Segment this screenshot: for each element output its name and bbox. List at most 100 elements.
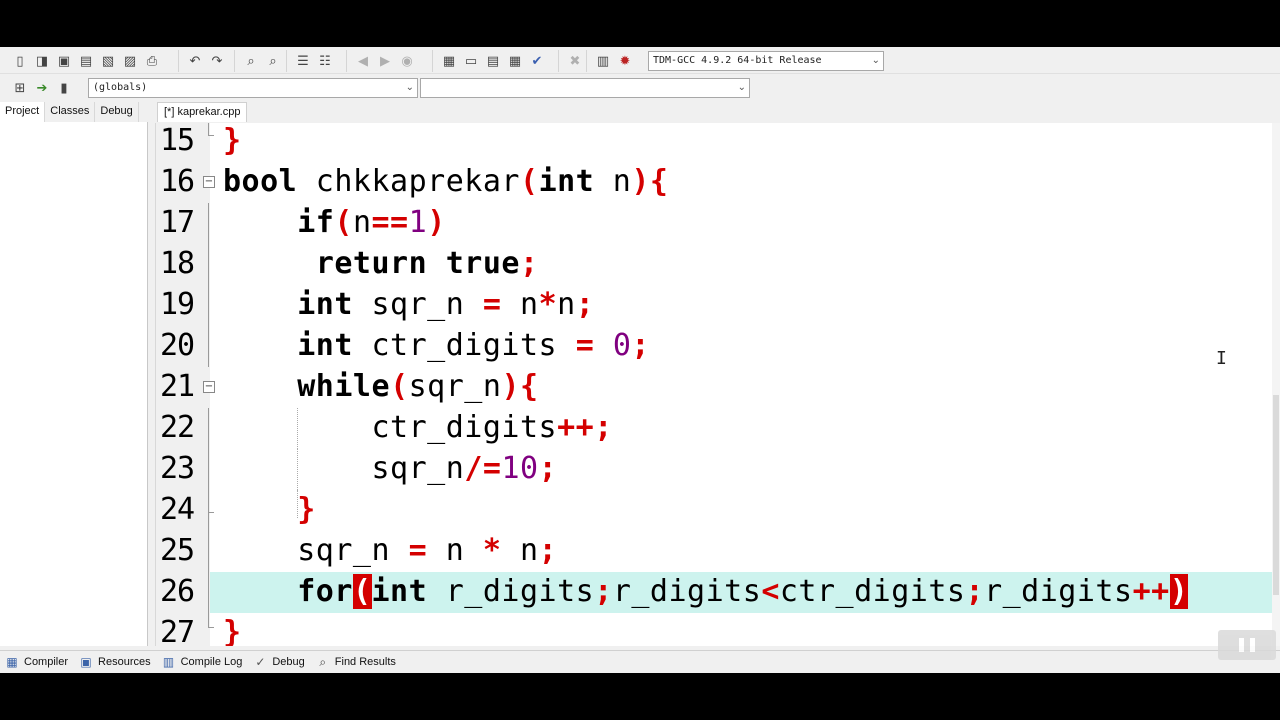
code-line: 24 } [156,490,1273,531]
file-toolbar-group: ▯ ◨ ▣ ▤ ▧ ▨ ⎙ [4,50,164,72]
code-text: } [223,615,242,646]
compiler-grid-icon: ▦ [6,655,18,669]
check-icon: ✓ [255,655,266,669]
save-all-icon[interactable]: ▤ [76,51,96,71]
close-file-icon[interactable]: ▧ [98,51,118,71]
code-line: 20 int ctr_digits = 0; [156,326,1273,367]
tab-debug[interactable]: Debug [95,102,139,122]
pause-bar-icon [1250,638,1255,652]
code-line: 25 sqr_n = n * n; [156,531,1273,572]
tab-compiler[interactable]: ▦ Compiler [4,654,68,670]
fold-collapse-icon[interactable]: − [203,176,215,188]
window-icon[interactable]: ▭ [461,51,481,71]
grid-icon[interactable]: ▦ [505,51,525,71]
chevron-down-icon: ⌄ [405,82,414,93]
code-text: sqr_n/=10; [223,451,558,486]
editor-tabs: [*] kaprekar.cpp [155,102,1280,122]
line-number: 20 [160,328,195,363]
code-text: if(n==1) [297,205,446,240]
code-text: int sqr_n = n*n; [297,287,595,322]
indent-icon[interactable]: ☰ [293,51,313,71]
code-line: 23 sqr_n/=10; [156,449,1273,490]
bookmark-icon[interactable]: ◉ [397,51,417,71]
code-text: } [297,492,316,527]
line-number: 23 [160,451,195,486]
code-line: 17 if(n==1) [156,203,1273,244]
print-icon[interactable]: ⎙ [142,51,162,71]
code-line: 21 − while(sqr_n){ [156,367,1273,408]
indent-toolbar-group: ☰ ☷ [286,50,337,72]
unindent-icon[interactable]: ☷ [315,51,335,71]
new-file-icon[interactable]: ▯ [10,51,30,71]
edit-toolbar-group: ↶ ↷ [178,50,229,72]
ide-window: ▯ ◨ ▣ ▤ ▧ ▨ ⎙ ↶ ↷ ⌕ ⌕ ☰ ☷ ◀ ▶ ◉ ▦ ▭ ▤ ▦ … [0,47,1280,673]
project-tree[interactable] [0,122,148,646]
line-number: 24 [160,492,195,527]
code-text: } [223,123,242,158]
bookmark-toolbar-group: ◀ ▶ ◉ [346,50,419,72]
line-number: 21 [160,369,195,404]
new-project-icon[interactable]: ▦ [439,51,459,71]
code-line: 27 } [156,613,1273,646]
tab-resources[interactable]: ▣ Resources [78,654,150,670]
left-panel-tabs: Project Classes Debug [0,102,148,122]
toggle-icon[interactable]: ▮ [54,78,74,98]
code-editor[interactable]: 15 } 16 − bool chkkaprekar(int n){ 17 if… [155,123,1280,646]
back-icon[interactable]: ◀ [353,51,373,71]
options-icon[interactable]: ▤ [483,51,503,71]
code-text: return true; [315,246,539,281]
save-icon[interactable]: ▣ [54,51,74,71]
tab-find-results[interactable]: ⌕ Find Results [315,654,396,670]
line-number: 17 [160,205,195,240]
code-text: while(sqr_n){ [297,369,539,404]
tab-project[interactable]: Project [0,102,46,122]
scrollbar-thumb[interactable] [1273,395,1279,595]
chart-icon[interactable]: ▥ [593,51,613,71]
replace-icon[interactable]: ⌕ [263,51,283,71]
forward-icon[interactable]: ▶ [375,51,395,71]
stop-icon[interactable]: ✖ [565,51,585,71]
tab-compile-log[interactable]: ▥ Compile Log [161,654,242,670]
function-select[interactable]: ⌄ [420,78,750,98]
tab-classes[interactable]: Classes [45,102,96,122]
main-toolbar: ▯ ◨ ▣ ▤ ▧ ▨ ⎙ ↶ ↷ ⌕ ⌕ ☰ ☷ ◀ ▶ ◉ ▦ ▭ ▤ ▦ … [0,47,1280,74]
line-number: 19 [160,287,195,322]
globals-select[interactable]: (globals) ⌄ [88,78,418,98]
code-line: 15 } [156,123,1273,162]
line-number: 18 [160,246,195,281]
ibeam-cursor-icon: I [1216,348,1227,369]
profile-icon[interactable]: ✹ [615,51,635,71]
debug-toolbar-group: ✖ [558,50,587,72]
close-all-icon[interactable]: ▨ [120,51,140,71]
code-line-active: 26 for(int r_digits;r_digits<ctr_digits;… [156,572,1273,613]
video-pause-overlay[interactable] [1218,630,1276,660]
code-line: 19 int sqr_n = n*n; [156,285,1273,326]
chevron-down-icon: ⌄ [871,55,880,66]
code-line: 16 − bool chkkaprekar(int n){ [156,162,1273,203]
line-number: 22 [160,410,195,445]
pause-bar-icon [1239,638,1244,652]
line-number: 16 [160,164,195,199]
find-icon[interactable]: ⌕ [241,51,261,71]
check-icon[interactable]: ✔ [527,51,547,71]
class-toolbar: ⊞ ➔ ▮ (globals) ⌄ ⌄ [0,75,1280,101]
find-results-icon: ⌕ [319,654,327,669]
resources-icon: ▣ [80,655,92,669]
left-panel: Project Classes Debug [0,102,148,646]
chevron-down-icon: ⌄ [737,82,746,93]
insert-icon[interactable]: ⊞ [10,78,30,98]
compiler-select[interactable]: TDM-GCC 4.9.2 64-bit Release ⌄ [648,51,884,71]
open-file-icon[interactable]: ◨ [32,51,52,71]
code-text: bool chkkaprekar(int n){ [223,164,669,199]
tab-debug-output[interactable]: ✓ Debug [252,654,304,670]
goto-icon[interactable]: ➔ [32,78,52,98]
code-text: for(int r_digits;r_digits<ctr_digits;r_d… [297,574,1189,609]
fold-collapse-icon[interactable]: − [203,381,215,393]
search-toolbar-group: ⌕ ⌕ [234,50,285,72]
redo-icon[interactable]: ↷ [207,51,227,71]
project-toolbar-group: ▦ ▭ ▤ ▦ ✔ [432,50,549,72]
editor-scrollbar[interactable] [1272,123,1280,646]
code-text: int ctr_digits = 0; [297,328,650,363]
undo-icon[interactable]: ↶ [185,51,205,71]
file-tab-kaprekar[interactable]: [*] kaprekar.cpp [157,102,248,122]
